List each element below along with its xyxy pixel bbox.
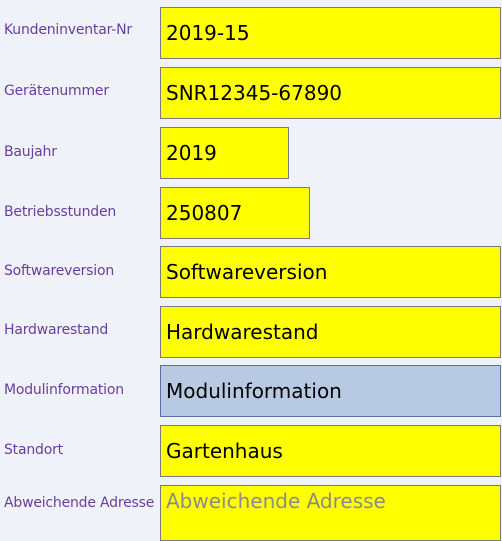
label-betriebsstunden: Betriebsstunden	[4, 204, 117, 220]
betriebsstunden-input[interactable]	[160, 187, 310, 239]
geraetenummer-input[interactable]	[160, 67, 501, 119]
label-geraetenummer: Gerätenummer	[4, 83, 109, 99]
label-softwareversion: Softwareversion	[4, 263, 114, 279]
kundeninventar-input[interactable]	[160, 7, 501, 59]
label-standort: Standort	[4, 442, 63, 458]
abweichende-adresse-textarea[interactable]	[160, 485, 501, 541]
modulinformation-input[interactable]	[160, 365, 501, 417]
label-abweichende-adresse: Abweichende Adresse	[4, 495, 155, 511]
hardwarestand-input[interactable]	[160, 306, 501, 358]
baujahr-input[interactable]	[160, 127, 289, 179]
label-hardwarestand: Hardwarestand	[4, 322, 109, 338]
label-baujahr: Baujahr	[4, 144, 57, 160]
label-modulinformation: Modulinformation	[4, 382, 124, 398]
standort-input[interactable]	[160, 425, 501, 477]
softwareversion-input[interactable]	[160, 246, 501, 298]
label-kundeninventar: Kundeninventar-Nr	[4, 22, 132, 38]
